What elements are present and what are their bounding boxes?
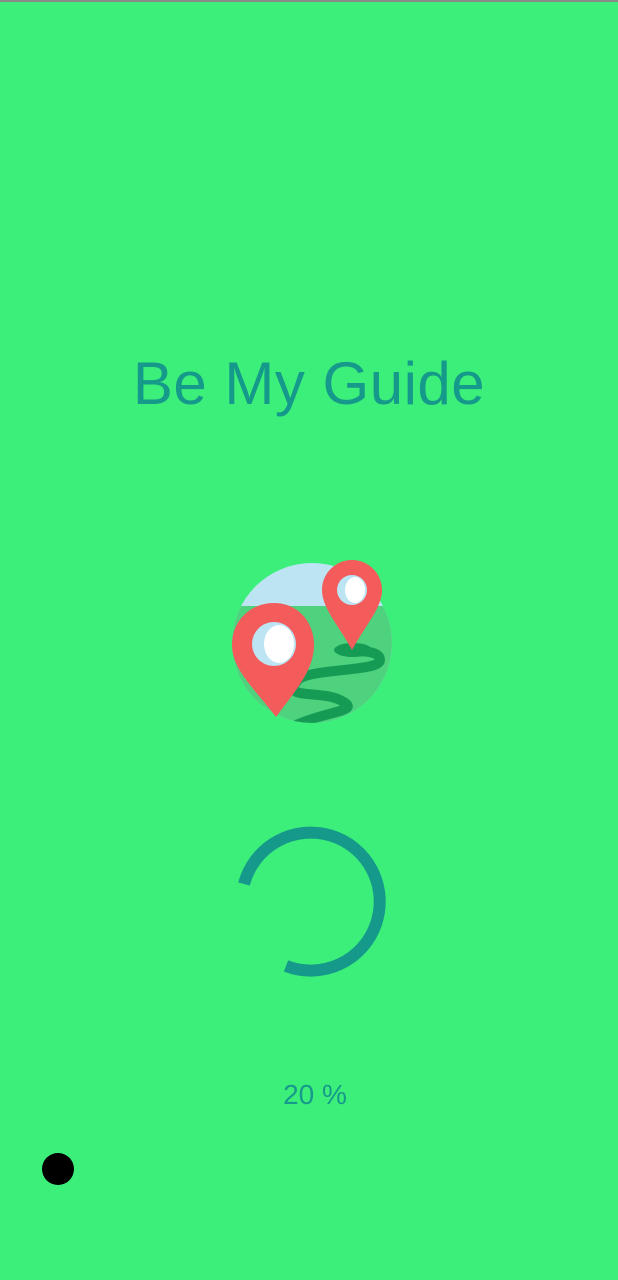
progress-percentage-text: 20 %: [283, 1079, 347, 1110]
loading-spinner-icon: [238, 826, 386, 977]
touch-indicator-dot: [42, 1153, 74, 1185]
map-pin-globe-icon: [232, 560, 392, 723]
status-divider: [0, 0, 618, 2]
app-title: Be My Guide: [132, 350, 486, 417]
